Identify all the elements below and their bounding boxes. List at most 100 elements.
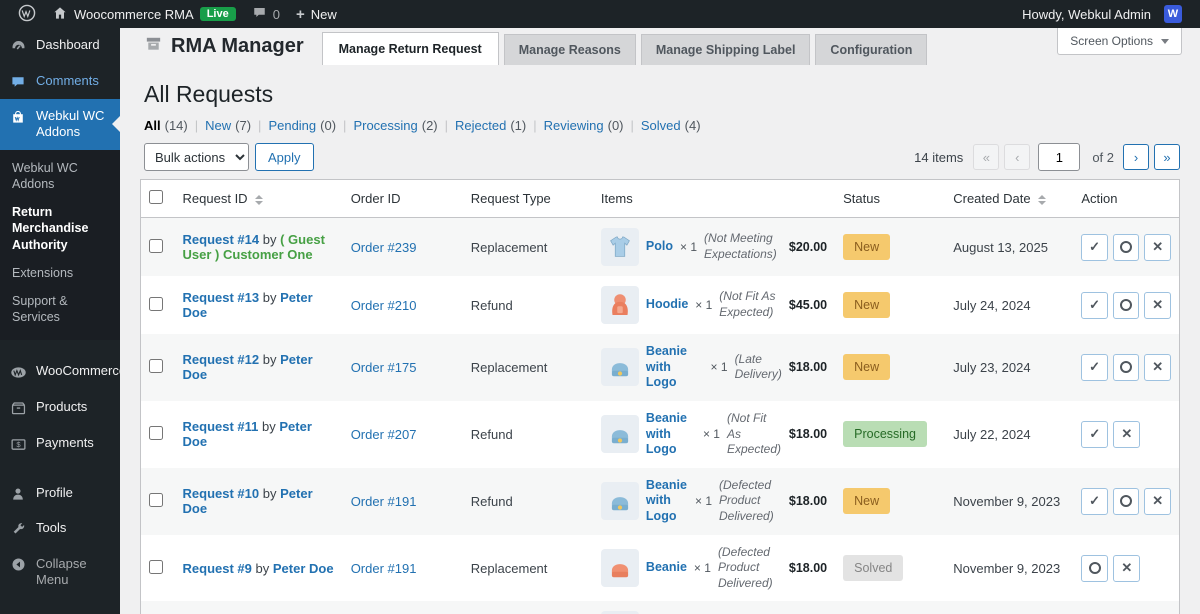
filter-count: (1) [510, 118, 527, 133]
order-link[interactable]: Order #175 [351, 360, 417, 375]
sidebar-label: Profile [36, 484, 73, 500]
row-checkbox[interactable] [149, 559, 163, 574]
tab[interactable]: Manage Reasons [503, 34, 636, 65]
product-link[interactable]: Beanie with Logo [646, 344, 704, 391]
request-link[interactable]: Request #13 [183, 290, 260, 305]
check-action-button[interactable]: ✓ [1081, 420, 1109, 448]
table-row: Request #11 by Peter Doe Order #207 Refund… [141, 401, 1180, 468]
select-all-checkbox[interactable] [149, 190, 163, 204]
request-link[interactable]: Request #9 [183, 561, 252, 576]
created-date: November 2, 2023 [945, 601, 1074, 614]
request-link[interactable]: Request #10 [183, 486, 260, 501]
close-action-button[interactable]: ✕ [1144, 233, 1171, 261]
product-thumbnail [600, 415, 639, 454]
row-checkbox[interactable] [149, 358, 163, 373]
status-filter-link[interactable]: Processing [353, 118, 417, 133]
plus-icon: + [295, 5, 305, 23]
request-link[interactable]: Request #14 [183, 232, 260, 247]
row-checkbox[interactable] [149, 296, 163, 311]
check-action-button[interactable]: ✓ [1081, 291, 1108, 319]
close-action-button[interactable]: ✕ [1144, 353, 1171, 381]
admin-sidebar: Dashboard Comments Webkul WC Addons Webk… [0, 28, 126, 614]
request-link[interactable]: Request #11 [183, 419, 259, 434]
column-header-request-id[interactable]: Request ID [174, 179, 343, 218]
sidebar-subitem[interactable]: Support & Services [0, 287, 120, 332]
check-action-button[interactable]: ✓ [1081, 353, 1108, 381]
sidebar-item-products[interactable]: Products [0, 390, 120, 426]
tab[interactable]: Configuration [815, 34, 928, 65]
order-link[interactable]: Order #191 [351, 494, 417, 509]
sidebar-item-payments[interactable]: $ Payments [0, 426, 120, 462]
bulk-actions-select[interactable]: Bulk actions [144, 143, 249, 171]
sidebar-item-profile[interactable]: Profile [0, 476, 120, 511]
status-filter-link[interactable]: Rejected [455, 118, 506, 133]
close-action-button[interactable]: ✕ [1113, 420, 1141, 448]
created-date: August 13, 2025 [945, 217, 1074, 276]
order-link[interactable]: Order #239 [351, 240, 417, 255]
new-content-menu[interactable]: + New [288, 0, 345, 28]
apply-button[interactable]: Apply [255, 143, 314, 171]
status-filter-link[interactable]: Reviewing [544, 118, 604, 133]
request-type: Replacement [470, 560, 548, 576]
prev-page-button[interactable]: ‹ [1004, 144, 1031, 170]
status-filter-link[interactable]: All [144, 118, 161, 133]
table-row: Request #13 by Peter Doe Order #210 Refund… [141, 276, 1180, 334]
product-link[interactable]: Beanie with Logo [646, 478, 688, 525]
order-link[interactable]: Order #191 [351, 561, 417, 576]
sidebar-subitem[interactable]: Extensions [0, 259, 120, 287]
customer-link[interactable]: Peter Doe [273, 561, 334, 576]
circle-action-button[interactable] [1112, 487, 1140, 515]
close-action-button[interactable]: ✕ [1144, 291, 1171, 319]
return-reason: (Late Delivery) [734, 351, 782, 382]
tab[interactable]: Manage Return Request [321, 32, 499, 65]
screen-options-button[interactable]: Screen Options [1057, 28, 1182, 55]
row-checkbox[interactable] [149, 425, 163, 440]
first-page-button[interactable]: « [973, 144, 1000, 170]
column-header-request-type: Request Type [462, 179, 593, 218]
comments-shortcut[interactable]: 0 [244, 0, 288, 28]
next-page-button[interactable]: › [1123, 144, 1149, 170]
column-header-created-date[interactable]: Created Date [945, 179, 1074, 218]
item-quantity: × 1 [693, 561, 711, 576]
current-page-input[interactable] [1038, 143, 1081, 171]
order-link[interactable]: Order #210 [351, 298, 417, 313]
last-page-button[interactable]: » [1154, 144, 1180, 170]
wordpress-logo-menu[interactable] [10, 0, 44, 28]
sidebar-item-comments[interactable]: Comments [0, 64, 120, 99]
sidebar-item-dashboard[interactable]: Dashboard [0, 28, 120, 64]
by-text: by [262, 290, 277, 305]
product-link[interactable]: Polo [646, 239, 673, 255]
circle-action-button[interactable] [1081, 554, 1109, 582]
status-filter: Solved (4) [624, 118, 701, 133]
sidebar-item-webkul-wc-addons[interactable]: Webkul WC Addons [0, 99, 120, 150]
product-link[interactable]: Beanie with Logo [646, 411, 696, 458]
close-action-button[interactable]: ✕ [1144, 487, 1171, 515]
sidebar-subitem[interactable]: Webkul WC Addons [0, 154, 120, 199]
order-link[interactable]: Order #207 [351, 427, 417, 442]
sidebar-item-woocommerce[interactable]: WooCommerce [0, 354, 126, 390]
circle-action-button[interactable] [1112, 233, 1140, 261]
products-box-icon [9, 400, 27, 417]
status-filter-link[interactable]: Solved [641, 118, 681, 133]
app-title: RMA Manager [140, 31, 322, 65]
request-link[interactable]: Request #12 [183, 352, 260, 367]
sidebar-subitem[interactable]: Return Merchandise Authority [0, 198, 120, 259]
product-link[interactable]: Hoodie [646, 297, 688, 313]
site-menu[interactable]: Woocommerce RMA Live [44, 0, 244, 28]
circle-action-button[interactable] [1112, 291, 1140, 319]
row-checkbox[interactable] [149, 492, 163, 507]
circle-action-button[interactable] [1112, 353, 1140, 381]
close-action-button[interactable]: ✕ [1113, 554, 1141, 582]
account-menu[interactable]: Howdy, Webkul Admin W [1014, 0, 1190, 28]
sidebar-item-tools[interactable]: Tools [0, 511, 120, 545]
tab[interactable]: Manage Shipping Label [640, 34, 811, 65]
check-action-button[interactable]: ✓ [1081, 233, 1108, 261]
row-checkbox[interactable] [149, 238, 163, 253]
status-filter-link[interactable]: Pending [268, 118, 316, 133]
status-filter-link[interactable]: New [205, 118, 231, 133]
check-action-button[interactable]: ✓ [1081, 487, 1108, 515]
collapse-menu-button[interactable]: Collapse Menu [0, 547, 120, 598]
comment-count: 0 [272, 6, 280, 22]
webkul-bag-icon [9, 109, 27, 125]
product-link[interactable]: Beanie [646, 560, 687, 576]
